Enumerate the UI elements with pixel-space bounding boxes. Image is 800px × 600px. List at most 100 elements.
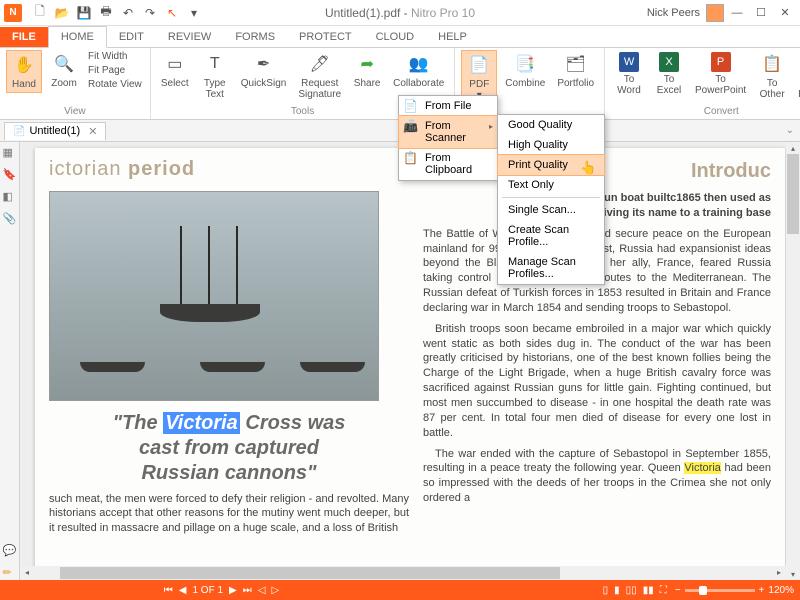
status-bar: ⏮ ◀ 1 OF 1 ▶ ⏭ ◁ ▷ ▯ ▮ ▯▯ ▮▮ ⛶ − + 120% — [0, 580, 800, 600]
select-button[interactable]: ▭Select — [157, 50, 193, 91]
attachments-panel-icon[interactable]: 📎 — [3, 212, 17, 226]
group-convert-label: Convert — [611, 105, 800, 117]
ribbon-tabs: FILE HOME EDIT REVIEW FORMS PROTECT CLOU… — [0, 26, 800, 48]
fit-page-button[interactable]: Fit Page — [86, 64, 144, 77]
to-powerpoint-button[interactable]: PToPowerPoint — [691, 50, 750, 98]
workspace: ▦ 🔖 ◧ 📎 💬 ✏ ictorian period "The Victori… — [0, 142, 800, 580]
zoom-button[interactable]: 🔍Zoom — [46, 50, 82, 91]
ppt-icon: P — [711, 52, 731, 72]
zoom-value: 120% — [768, 585, 794, 596]
highlight-victoria-yellow: Victoria — [684, 462, 720, 474]
last-page-button[interactable]: ⏭ — [243, 585, 252, 596]
pages-panel-icon[interactable]: ▦ — [3, 146, 17, 160]
portfolio-icon: 🗂 — [564, 52, 588, 76]
cursor-icon: 👆 — [580, 160, 596, 176]
combine-icon: 📑 — [513, 52, 537, 76]
pull-quote: "The Victoria Cross was cast from captur… — [49, 411, 409, 486]
request-signature-button[interactable]: 🖊RequestSignature — [294, 50, 345, 102]
nav-back-button[interactable]: ◁ — [258, 585, 266, 596]
document-tab[interactable]: 📄 Untitled(1) ✕ — [4, 122, 106, 140]
undo-icon[interactable]: ↶ — [118, 3, 138, 23]
user-name[interactable]: Nick Peers — [647, 7, 700, 19]
view-cont-icon[interactable]: ▮ — [614, 585, 620, 596]
menu-from-file[interactable]: 📄From File — [399, 96, 497, 116]
tab-file[interactable]: FILE — [0, 27, 48, 47]
first-page-button[interactable]: ⏮ — [164, 585, 173, 596]
scrollbar-horizontal[interactable]: ◂▸ — [20, 566, 786, 580]
other-icon: 📋 — [760, 52, 784, 76]
avatar[interactable] — [706, 4, 724, 22]
minimize-button[interactable]: — — [726, 4, 748, 22]
nav-fwd-button[interactable]: ▷ — [271, 585, 279, 596]
type-text-button[interactable]: TTypeText — [197, 50, 233, 102]
fit-width-button[interactable]: Fit Width — [86, 50, 144, 63]
doc-icon: 📄 — [13, 126, 25, 137]
next-page-button[interactable]: ▶ — [229, 585, 237, 596]
heading-left: ictorian period — [49, 158, 409, 181]
bookmarks-panel-icon[interactable]: 🔖 — [3, 168, 17, 182]
view-mode-buttons: ▯ ▮ ▯▯ ▮▮ ⛶ — [603, 585, 667, 596]
scanner-submenu: Good Quality High Quality Print Quality … — [497, 114, 605, 285]
menu-text-only[interactable]: Text Only — [498, 175, 604, 195]
menu-create-profile[interactable]: Create Scan Profile... — [498, 220, 604, 252]
tab-review[interactable]: REVIEW — [156, 27, 223, 47]
to-pdfa-button[interactable]: 📕ToPDF/A — [794, 50, 800, 102]
tab-cloud[interactable]: CLOUD — [364, 27, 427, 47]
view-facing-icon[interactable]: ▯▯ — [626, 585, 637, 596]
print-icon[interactable]: 🖶 — [96, 3, 116, 23]
comments-panel-icon[interactable]: 💬 — [3, 544, 17, 558]
tab-forms[interactable]: FORMS — [223, 27, 287, 47]
collaborate-button[interactable]: 👥Collaborate — [389, 50, 448, 91]
scrollbar-vertical[interactable]: ▴▾ — [786, 142, 800, 580]
tab-home[interactable]: HOME — [48, 26, 107, 48]
tab-edit[interactable]: EDIT — [107, 27, 156, 47]
menu-single-scan[interactable]: Single Scan... — [498, 200, 604, 220]
pdf-create-menu: 📄From File 📠From Scanner▸ 📋From Clipboar… — [398, 95, 498, 181]
quick-access-toolbar: 🗋 📂 💾 🖶 ↶ ↷ ↖ ▾ — [26, 3, 208, 23]
chevron-right-icon: ▸ — [489, 122, 493, 131]
tab-protect[interactable]: PROTECT — [287, 27, 364, 47]
page-viewport[interactable]: ictorian period "The Victoria Cross was … — [20, 142, 800, 580]
view-cont-facing-icon[interactable]: ▮▮ — [643, 585, 654, 596]
file-icon: 📄 — [403, 99, 419, 115]
reqsig-icon: 🖊 — [308, 52, 332, 76]
maximize-button[interactable]: ☐ — [750, 4, 772, 22]
to-excel-button[interactable]: XToExcel — [651, 50, 687, 98]
menu-manage-profiles[interactable]: Manage Scan Profiles... — [498, 252, 604, 284]
share-button[interactable]: ➦Share — [349, 50, 385, 91]
hand-button[interactable]: ✋Hand — [6, 50, 42, 93]
sign-panel-icon[interactable]: ✏ — [3, 566, 17, 580]
redo-icon[interactable]: ↷ — [140, 3, 160, 23]
combine-button[interactable]: 📑Combine — [501, 50, 549, 91]
pointer-icon[interactable]: ↖ — [162, 3, 182, 23]
select-icon: ▭ — [163, 52, 187, 76]
collab-icon: 👥 — [407, 52, 431, 76]
page-nav: ⏮ ◀ 1 OF 1 ▶ ⏭ ◁ ▷ — [164, 585, 279, 596]
portfolio-button[interactable]: 🗂Portfolio — [553, 50, 598, 91]
menu-good-quality[interactable]: Good Quality — [498, 115, 604, 135]
qat-more-icon[interactable]: ▾ — [184, 3, 204, 23]
layers-panel-icon[interactable]: ◧ — [3, 190, 17, 204]
to-word-button[interactable]: WToWord — [611, 50, 647, 98]
menu-from-scanner[interactable]: 📠From Scanner▸ — [398, 115, 498, 149]
prev-page-button[interactable]: ◀ — [179, 585, 187, 596]
menu-high-quality[interactable]: High Quality — [498, 135, 604, 155]
save-icon[interactable]: 💾 — [74, 3, 94, 23]
menu-from-clipboard[interactable]: 📋From Clipboard — [399, 148, 497, 180]
zoom-out-button[interactable]: − — [675, 585, 681, 596]
rotate-view-button[interactable]: Rotate View — [86, 78, 144, 91]
zoom-slider[interactable] — [685, 589, 755, 592]
zoom-in-button[interactable]: + — [759, 585, 765, 596]
window-title: Untitled(1).pdf - Nitro Pro 10 — [325, 6, 475, 20]
close-button[interactable]: ✕ — [774, 4, 796, 22]
group-view-label: View — [6, 105, 144, 117]
tab-help[interactable]: HELP — [426, 27, 479, 47]
open-icon[interactable]: 📂 — [52, 3, 72, 23]
collapse-ribbon-icon[interactable]: ⌄ — [786, 125, 800, 136]
close-tab-icon[interactable]: ✕ — [88, 125, 97, 138]
new-icon[interactable]: 🗋 — [30, 3, 50, 23]
to-other-button[interactable]: 📋ToOther — [754, 50, 790, 102]
quicksign-button[interactable]: ✒QuickSign — [237, 50, 291, 91]
view-single-icon[interactable]: ▯ — [603, 585, 609, 596]
view-full-icon[interactable]: ⛶ — [660, 585, 667, 596]
